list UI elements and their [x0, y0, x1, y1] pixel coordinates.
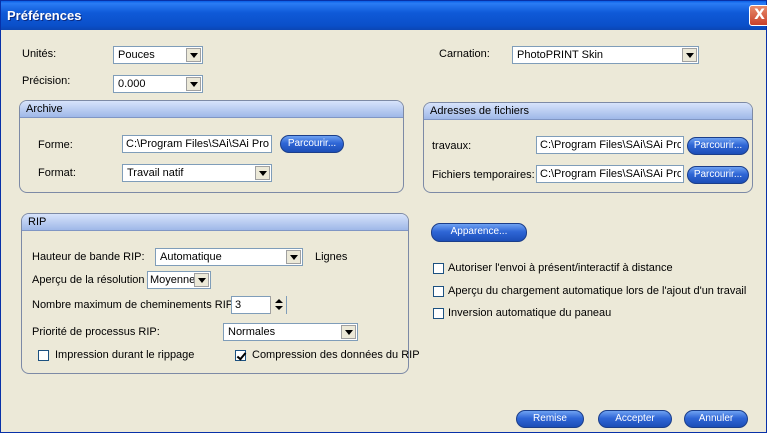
appearance-button[interactable]: Apparence...: [431, 223, 527, 242]
rip-group: RIP Hauteur de bande RIP: Automatique Li…: [21, 213, 420, 374]
spinner-arrows-icon[interactable]: [270, 296, 286, 314]
forme-label: Forme:: [38, 139, 73, 151]
print-while-rip-label: Impression durant le rippage: [55, 349, 195, 361]
max-rip-paths-label: Nombre maximum de cheminements RIP:: [32, 299, 237, 311]
option-label-0: Autoriser l'envoi à présent/interactif à…: [448, 262, 673, 274]
option-label-1: Aperçu du chargement automatique lors de…: [448, 285, 747, 297]
preferences-window: Préférences X Unités: Pouces Précision: …: [0, 0, 767, 433]
cancel-button[interactable]: Annuler: [684, 410, 748, 428]
format-value: Travail natif: [127, 167, 184, 179]
print-while-rip-checkbox[interactable]: [38, 350, 49, 361]
max-rip-paths-spinner[interactable]: 3: [231, 296, 287, 314]
close-button[interactable]: X: [749, 5, 767, 26]
reset-button[interactable]: Remise: [516, 410, 584, 428]
units-label: Unités:: [22, 48, 57, 60]
units-value: Pouces: [118, 49, 155, 61]
temp-files-path-value: C:\Program Files\SAi\SAi Prod: [540, 168, 681, 180]
chevron-down-icon[interactable]: [186, 77, 201, 91]
option-checkbox-2[interactable]: [433, 308, 444, 319]
precision-value: 0.000: [118, 78, 146, 90]
process-priority-value: Normales: [228, 326, 276, 338]
carnation-select[interactable]: PhotoPRINT Skin: [512, 46, 699, 64]
precision-select[interactable]: 0.000: [113, 75, 203, 93]
option-label-2: Inversion automatique du paneau: [448, 307, 612, 319]
band-height-unit: Lignes: [315, 251, 348, 263]
window-title: Préférences: [7, 8, 82, 23]
chevron-down-icon[interactable]: [341, 325, 356, 339]
units-select[interactable]: Pouces: [113, 46, 203, 64]
temp-files-label: Fichiers temporaires:: [432, 169, 535, 181]
format-select[interactable]: Travail natif: [122, 164, 272, 182]
dialog-body: Unités: Pouces Précision: 0.000 Carnatio…: [1, 30, 766, 432]
chevron-down-icon[interactable]: [682, 48, 697, 62]
travaux-path-field[interactable]: C:\Program Files\SAi\SAi Prod: [536, 136, 684, 154]
rip-group-title: RIP: [28, 216, 47, 228]
chevron-down-icon[interactable]: [186, 48, 201, 62]
resolution-preview-label: Aperçu de la résolution: [32, 274, 145, 286]
file-addresses-group-header: Adresses de fichiers: [424, 103, 752, 120]
process-priority-select[interactable]: Normales: [223, 323, 358, 341]
chevron-down-icon[interactable]: [255, 166, 270, 180]
band-height-value: Automatique: [160, 251, 222, 263]
close-icon: X: [754, 7, 765, 23]
archive-browse-button[interactable]: Parcourir...: [280, 135, 344, 153]
band-height-select[interactable]: Automatique: [155, 248, 303, 266]
temp-files-browse-button[interactable]: Parcourir...: [687, 166, 749, 184]
chevron-down-icon[interactable]: [194, 273, 209, 287]
temp-files-path-field[interactable]: C:\Program Files\SAi\SAi Prod: [536, 165, 684, 183]
rip-group-header: RIP: [22, 214, 408, 231]
travaux-label: travaux:: [432, 140, 472, 152]
precision-label: Précision:: [22, 75, 71, 87]
title-bar[interactable]: Préférences X: [1, 1, 767, 30]
band-height-label: Hauteur de bande RIP:: [32, 251, 145, 263]
format-label: Format:: [38, 167, 76, 179]
chevron-down-icon[interactable]: [286, 250, 301, 264]
resolution-preview-select[interactable]: Moyenne: [147, 271, 211, 289]
resolution-preview-value: Moyenne: [150, 274, 196, 286]
travaux-browse-button[interactable]: Parcourir...: [687, 137, 749, 155]
archive-group: Archive Forme: C:\Program Files\SAi\SAi …: [19, 100, 404, 193]
archive-group-header: Archive: [20, 101, 403, 118]
option-checkbox-0[interactable]: [433, 263, 444, 274]
rip-compression-label: Compression des données du RIP: [252, 349, 420, 361]
forme-path-value: C:\Program Files\SAi\SAi Prod: [126, 138, 269, 150]
file-addresses-group-title: Adresses de fichiers: [430, 105, 530, 117]
process-priority-label: Priorité de processus RIP:: [32, 326, 160, 338]
option-checkbox-1[interactable]: [433, 286, 444, 297]
file-addresses-group: Adresses de fichiers travaux: C:\Program…: [423, 102, 753, 193]
archive-group-title: Archive: [26, 103, 63, 115]
max-rip-paths-value: 3: [235, 299, 242, 311]
accept-button[interactable]: Accepter: [598, 410, 672, 428]
carnation-value: PhotoPRINT Skin: [517, 49, 604, 61]
forme-path-field[interactable]: C:\Program Files\SAi\SAi Prod: [122, 135, 272, 153]
rip-compression-checkbox[interactable]: [235, 350, 246, 361]
carnation-label: Carnation:: [439, 48, 490, 60]
travaux-path-value: C:\Program Files\SAi\SAi Prod: [540, 139, 681, 151]
